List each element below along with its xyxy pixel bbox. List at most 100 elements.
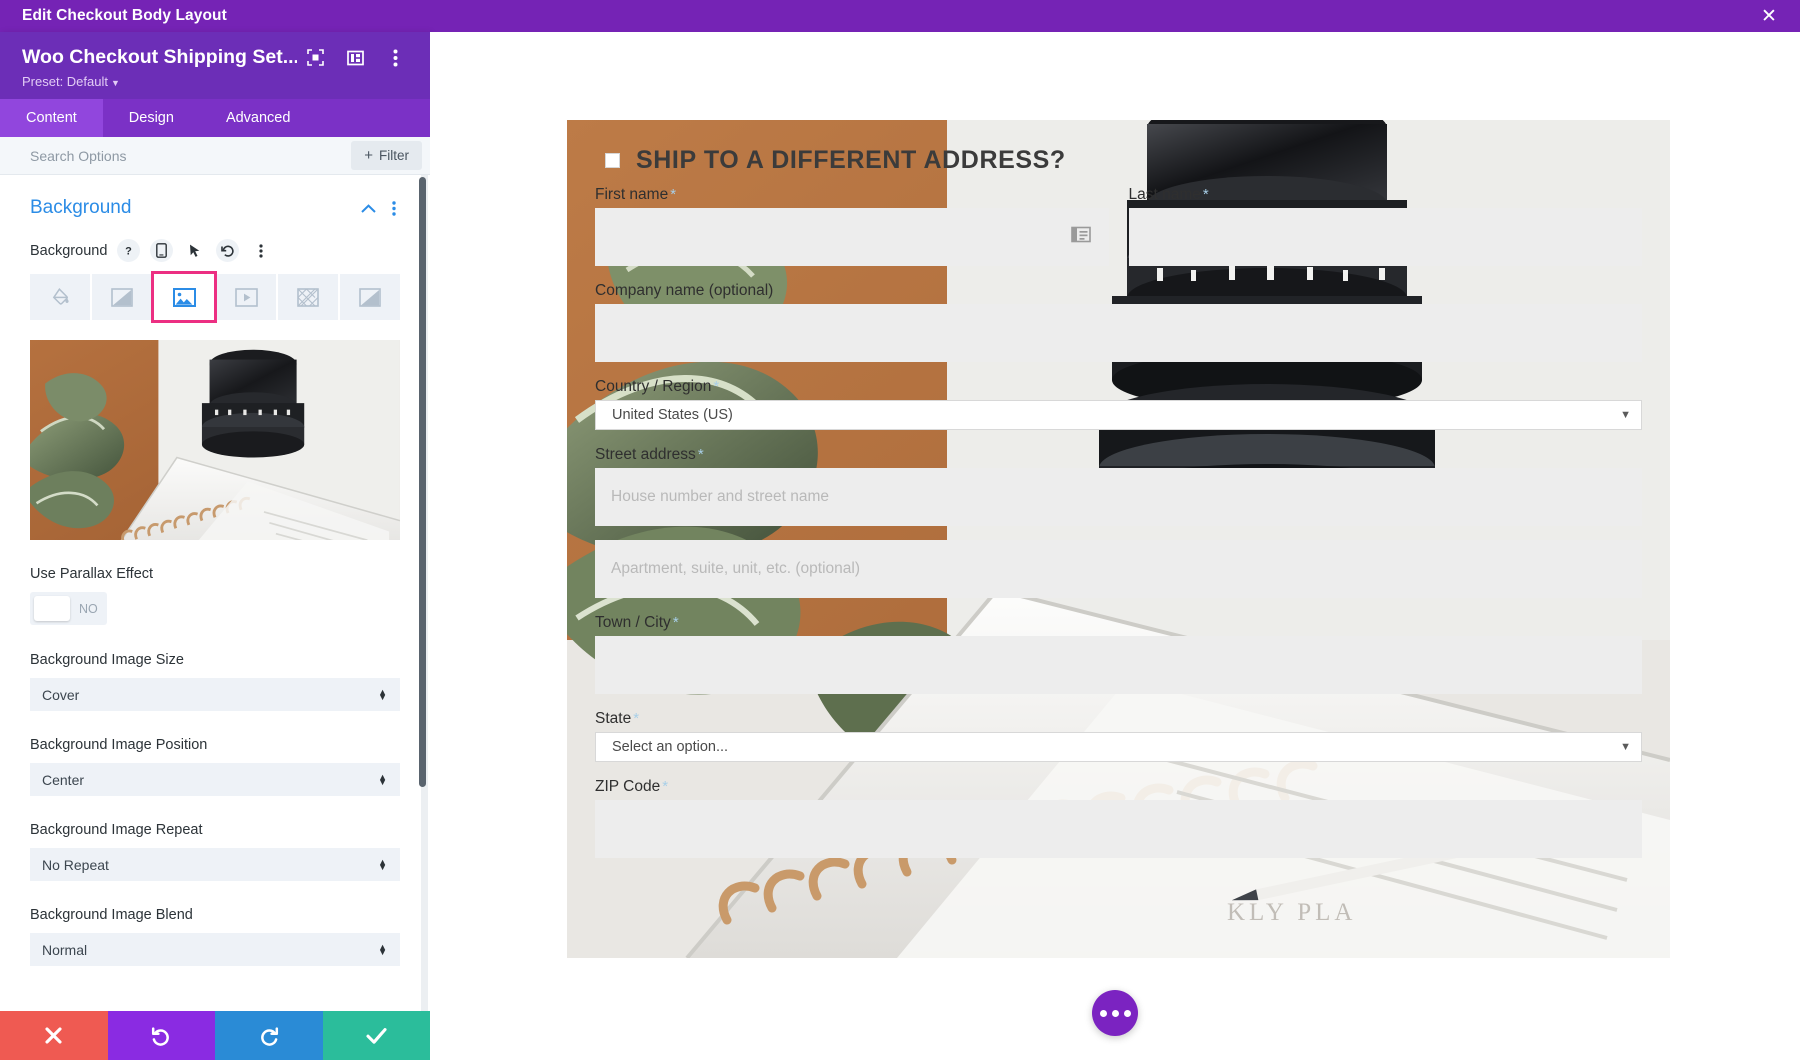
required-asterisk: * [697,446,704,463]
layout-columns-icon[interactable] [345,48,365,68]
background-color-tab[interactable] [30,274,90,320]
company-input[interactable] [595,304,1642,362]
bg-image-size-select[interactable]: Cover ▲ ▼ [30,678,400,711]
hover-cursor-icon[interactable] [183,239,206,262]
background-video-tab[interactable] [216,274,276,320]
stepper-icon: ▲ ▼ [378,686,387,702]
street-address-2-placeholder: Apartment, suite, unit, etc. (optional) [611,560,860,577]
state-select[interactable]: Select an option... ▼ [595,732,1642,762]
cancel-button[interactable] [0,1011,108,1060]
zip-input[interactable] [595,800,1642,858]
bg-image-size-label: Background Image Size [30,652,184,668]
search-input[interactable] [30,147,352,164]
street-address-2-input[interactable]: Apartment, suite, unit, etc. (optional) [595,540,1642,598]
required-asterisk: * [1202,186,1209,203]
country-value: United States (US) [612,407,733,423]
bg-image-repeat-select[interactable]: No Repeat ▲ ▼ [30,848,400,881]
parallax-toggle[interactable]: NO [30,592,107,625]
focus-module-icon[interactable] [305,48,325,68]
ellipsis-dot [1123,1009,1131,1017]
zip-label-text: ZIP Code [595,778,661,795]
background-pattern-tab[interactable] [278,274,338,320]
filter-button[interactable]: + Filter [351,141,422,170]
ship-to-different-address-checkbox[interactable] [605,153,620,168]
first-name-group: First name * [595,186,1109,266]
parallax-toggle-value: NO [79,601,98,616]
first-name-label: First name * [595,186,1109,204]
filter-label: Filter [379,148,409,163]
page-settings-button[interactable] [1092,990,1138,1036]
window-titlebar: Edit Checkout Body Layout ✕ [0,0,1800,32]
state-label-text: State [595,710,632,727]
settings-panel: Woo Checkout Shipping Set... Preset: Def… [0,32,430,1060]
bg-image-blend-select[interactable]: Normal ▲ ▼ [30,933,400,966]
street-group: Street address * House number and street … [595,446,1642,526]
checkout-shipping-module[interactable]: a . . a [567,120,1670,958]
tab-advanced[interactable]: Advanced [200,99,317,137]
undo-button[interactable] [107,1011,215,1060]
background-field-row: Background ? [0,219,430,262]
redo-button[interactable] [215,1011,323,1060]
first-name-input[interactable] [595,208,1109,266]
last-name-label-text: Last name [1128,186,1201,203]
more-options-icon[interactable] [249,239,272,262]
city-input[interactable] [595,636,1642,694]
section-title: Background [30,197,132,218]
city-group: Town / City * [595,614,1642,694]
bg-image-position-select[interactable]: Center ▲ ▼ [30,763,400,796]
module-name: Woo Checkout Shipping Set... [22,46,297,68]
tab-content[interactable]: Content [0,99,103,137]
reset-icon[interactable] [216,239,240,262]
toggle-knob [34,596,70,621]
window-title: Edit Checkout Body Layout [22,7,227,24]
chevron-up-icon[interactable] [361,203,376,213]
tab-design[interactable]: Design [103,99,200,137]
panel-header: Woo Checkout Shipping Set... Preset: Def… [0,32,430,99]
bg-image-position-value: Center [42,771,85,788]
bg-image-blend-label: Background Image Blend [30,907,193,923]
panel-scrollbar-thumb[interactable] [419,177,426,787]
company-group: Company name (optional) [595,282,1642,362]
country-label: Country / Region * [595,378,1642,396]
street-label: Street address * [595,446,1642,464]
help-icon[interactable]: ? [117,239,141,262]
ellipsis-dot [1099,1009,1107,1017]
save-button[interactable] [322,1011,430,1060]
svg-text:KLY PLA: KLY PLA [1227,899,1356,926]
background-image-tab[interactable] [151,271,217,323]
background-image-preview[interactable] [30,340,400,540]
bg-image-position-label: Background Image Position [30,737,208,753]
more-options-icon[interactable] [392,200,396,216]
stepper-icon: ▲ ▼ [378,771,387,787]
company-label: Company name (optional) [595,282,774,299]
address-book-icon[interactable] [1070,226,1091,248]
background-field-label: Background [30,242,108,259]
required-asterisk: * [633,710,640,727]
preset-selector[interactable]: Preset: Default ▼ [22,74,408,89]
responsive-mobile-icon[interactable] [150,239,174,262]
first-name-label-text: First name [595,186,669,203]
preview-canvas: a . . a [430,32,1800,1060]
last-name-group: Last name * [1128,186,1643,266]
panel-scrollbar-track[interactable] [419,175,428,1011]
panel-tabs: Content Design Advanced [0,99,430,137]
background-gradient-tab[interactable] [92,274,152,320]
stepper-icon: ▲ ▼ [378,856,387,872]
zip-group: ZIP Code * [595,778,1642,858]
bg-image-blend-value: Normal [42,941,88,958]
ship-to-different-address-row[interactable]: SHIP TO A DIFFERENT ADDRESS? [605,146,1066,175]
country-select[interactable]: United States (US) ▼ [595,400,1642,430]
required-asterisk: * [713,378,720,395]
last-name-label: Last name * [1129,186,1643,204]
last-name-input[interactable] [1128,208,1642,266]
country-label-text: Country / Region [595,378,712,395]
plus-icon: + [364,147,373,164]
background-mask-tab[interactable] [340,274,400,320]
more-options-icon[interactable] [385,48,405,68]
shipping-form: First name * Last name * Company name (o… [595,186,1642,858]
street-address-1-input[interactable]: House number and street name [595,468,1642,526]
ellipsis-dot [1111,1009,1119,1017]
close-icon[interactable]: ✕ [1758,5,1780,27]
app-root: Edit Checkout Body Layout ✕ Woo Checkout… [0,0,1800,1060]
bg-image-repeat-value: No Repeat [42,856,109,873]
